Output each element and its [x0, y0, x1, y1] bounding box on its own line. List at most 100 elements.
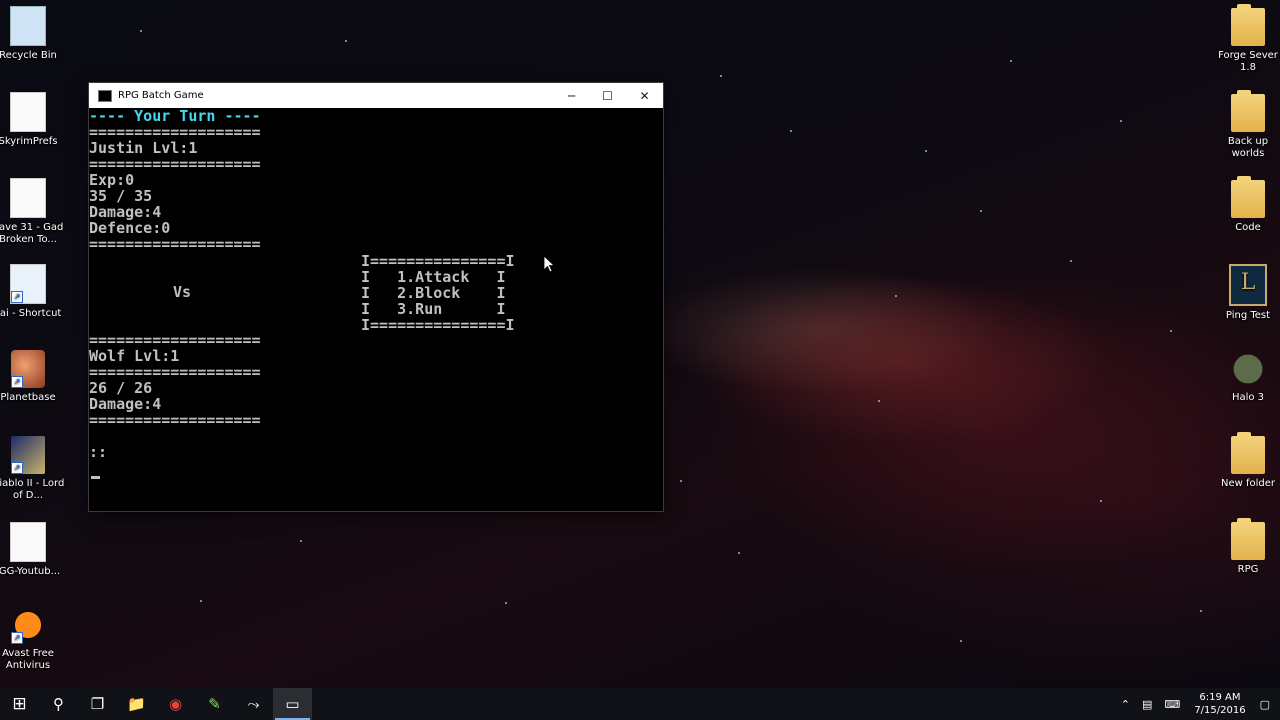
maximize-button[interactable]: ☐	[589, 83, 626, 108]
separator: ===================	[89, 411, 261, 429]
input-prompt: ::	[89, 443, 108, 461]
taskbar: ⊞ ⚲ ❐ 📁 ◉ ✎ ⤳ ▭ ⌃ ▤ ⌨ 6:19 AM 7/15/2016 …	[0, 688, 1280, 720]
clock-date: 7/15/2016	[1194, 705, 1246, 716]
console-taskbar-icon[interactable]: ▭	[273, 688, 312, 720]
start-button[interactable]: ⊞	[0, 688, 39, 720]
minimize-button[interactable]: ─	[553, 83, 590, 108]
enemy-hp: 26 / 26	[89, 379, 153, 397]
menu-border-top: I===============I	[361, 252, 515, 270]
desktop-icon-label: Diablo II - Lord of D...	[0, 478, 65, 501]
star	[140, 30, 142, 32]
action-center-icon[interactable]: ▤	[1142, 698, 1152, 711]
desktop-icon-save-31[interactable]: Save 31 - Gad Broken To...	[0, 178, 66, 246]
star	[505, 602, 507, 604]
player-hp: 35 / 35	[89, 187, 153, 205]
enemy-damage: Damage:4	[89, 395, 162, 413]
file-explorer-icon[interactable]: 📁	[117, 688, 156, 720]
player-exp: Exp:0	[89, 171, 135, 189]
desktop-icon-halo-3[interactable]: Halo 3	[1210, 350, 1280, 404]
desktop-icon-forge-sever[interactable]: Forge Sever 1.8	[1210, 4, 1280, 74]
chrome-icon[interactable]: ◉	[156, 688, 195, 720]
separator: ===================	[89, 155, 261, 173]
desktop-icon-label: Planetbase	[0, 392, 56, 403]
desktop-icon-igg-youtube[interactable]: IGG-Youtub...	[0, 522, 66, 578]
desktop-icon-label: SkyrimPrefs	[0, 136, 58, 147]
desktop-icon-label: Halo 3	[1231, 392, 1265, 403]
separator: ===================	[89, 235, 261, 253]
tray-chevron-icon[interactable]: ⌃	[1121, 698, 1130, 711]
menu-border-bottom: I===============I	[361, 316, 515, 334]
desktop-icon-sai-shortcut[interactable]: ↗ sai - Shortcut	[0, 264, 66, 320]
league-icon: L	[1229, 264, 1267, 306]
menu-item-attack: I 1.Attack I	[361, 268, 506, 286]
desktop-icon-label: IGG-Youtub...	[0, 566, 61, 577]
app-shortcut-icon: ↗	[10, 264, 46, 304]
star	[1120, 120, 1122, 122]
folder-icon	[1231, 432, 1265, 474]
mouse-pointer-icon	[544, 256, 556, 273]
notifications-icon[interactable]: ▢	[1260, 698, 1270, 711]
desktop-icon-rpg[interactable]: RPG	[1210, 518, 1280, 576]
desktop-icon-label: Ping Test	[1225, 310, 1271, 321]
desktop-icon-avast[interactable]: ↗ Avast Free Antivirus	[0, 606, 66, 672]
task-view-icon[interactable]: ❐	[78, 688, 117, 720]
desktop-icon-ping-test[interactable]: L Ping Test	[1210, 264, 1280, 322]
folder-icon	[1231, 4, 1265, 46]
desktop-icon-code[interactable]: Code	[1210, 176, 1280, 234]
star	[680, 480, 682, 482]
versus-label: Vs	[173, 283, 192, 301]
search-icon[interactable]: ⚲	[39, 688, 78, 720]
desktop-icon-label: Forge Sever 1.8	[1218, 50, 1278, 73]
menu-item-block: I 2.Block I	[361, 284, 506, 302]
menu-item-run: I 3.Run I	[361, 300, 506, 318]
desktop-icon-diablo-ii[interactable]: ↗ Diablo II - Lord of D...	[0, 436, 66, 502]
star	[1010, 60, 1012, 62]
star	[720, 75, 722, 77]
folder-icon	[1231, 90, 1265, 132]
player-damage: Damage:4	[89, 203, 162, 221]
desktop-icon-skyrimprefs[interactable]: SkyrimPrefs	[0, 92, 66, 148]
desktop-icon-label: New folder	[1220, 478, 1276, 489]
window-titlebar[interactable]: RPG Batch Game ─ ☐ ✕	[89, 83, 663, 108]
action-menu: I===============I I 1.Attack I I 2.Block…	[361, 253, 515, 365]
desktop-icon-new-folder[interactable]: New folder	[1210, 432, 1280, 490]
star	[738, 552, 740, 554]
notepad-icon[interactable]: ✎	[195, 688, 234, 720]
game-shortcut-icon: ↗	[11, 436, 45, 474]
separator: ===================	[89, 123, 261, 141]
desktop-icon-planetbase[interactable]: ↗ Planetbase	[0, 350, 66, 404]
game-shortcut-icon: ↗	[11, 350, 45, 388]
separator: ===================	[89, 331, 261, 349]
document-icon	[10, 522, 46, 562]
desktop-icon-label: sai - Shortcut	[0, 308, 62, 319]
close-button[interactable]: ✕	[626, 83, 663, 108]
document-icon	[10, 178, 46, 218]
desktop-background: Recycle Bin SkyrimPrefs Save 31 - Gad Br…	[0, 0, 1280, 688]
text-caret	[91, 476, 100, 479]
app-icon[interactable]: ⤳	[234, 688, 273, 720]
console-window[interactable]: RPG Batch Game ─ ☐ ✕ ---- Your Turn ----…	[89, 83, 663, 511]
star	[925, 150, 927, 152]
console-output[interactable]: ---- Your Turn ---- =================== …	[89, 108, 663, 511]
star	[790, 130, 792, 132]
keyboard-icon[interactable]: ⌨	[1164, 698, 1180, 711]
desktop-icon-label: Save 31 - Gad Broken To...	[0, 222, 64, 245]
star	[895, 295, 897, 297]
star	[1200, 610, 1202, 612]
star	[300, 540, 302, 542]
desktop-icon-back-up-worlds[interactable]: Back up worlds	[1210, 90, 1280, 160]
desktop-icon-recycle-bin[interactable]: Recycle Bin	[0, 6, 66, 62]
desktop-icon-label: Back up worlds	[1227, 136, 1269, 159]
system-tray: ⌃ ▤ ⌨ 6:19 AM 7/15/2016 ▢	[1115, 688, 1280, 720]
desktop-icon-label: Avast Free Antivirus	[2, 648, 54, 671]
clock[interactable]: 6:19 AM 7/15/2016	[1194, 691, 1245, 717]
clock-time: 6:19 AM	[1199, 692, 1241, 703]
recycle-bin-icon	[10, 6, 46, 46]
desktop-icon-label: Recycle Bin	[0, 50, 57, 61]
player-name: Justin Lvl:1	[89, 139, 198, 157]
window-title: RPG Batch Game	[118, 90, 204, 101]
desktop-icon-label: RPG	[1237, 564, 1259, 575]
desktop-icon-label: Code	[1235, 222, 1261, 233]
player-defence: Defence:0	[89, 219, 171, 237]
star	[200, 600, 202, 602]
